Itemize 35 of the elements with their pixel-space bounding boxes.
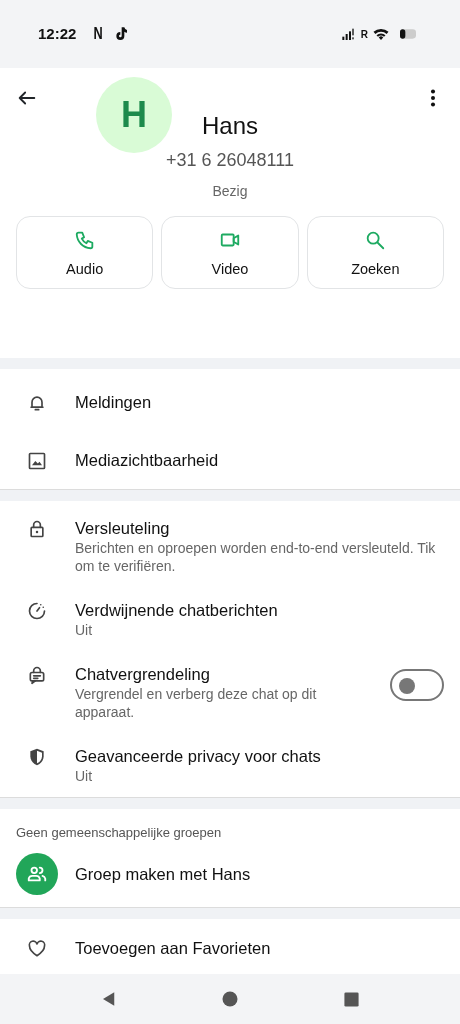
bell-icon bbox=[27, 393, 47, 413]
contact-status: Bezig bbox=[211, 184, 249, 198]
clock-time: 12:22 bbox=[38, 23, 77, 44]
row-title: Toevoegen aan Favorieten bbox=[75, 937, 272, 959]
phone-number: +31 6 26048111 bbox=[165, 151, 295, 169]
row-title: Chatvergrendeling bbox=[75, 664, 211, 685]
toggle-switch[interactable] bbox=[390, 669, 444, 701]
shield-icon bbox=[27, 747, 47, 767]
home-icon[interactable] bbox=[221, 990, 240, 1008]
row-title: Versleuteling bbox=[75, 518, 171, 539]
video-call-button[interactable]: Video bbox=[161, 216, 299, 289]
phone-icon bbox=[73, 229, 96, 251]
roaming-label: R bbox=[360, 27, 368, 42]
timer-icon bbox=[27, 601, 47, 621]
row-title: Geavanceerde privacy voor chats bbox=[75, 746, 322, 767]
lock-icon bbox=[27, 519, 47, 539]
row-title: Groep maken met Hans bbox=[75, 863, 251, 885]
app-logo: N bbox=[93, 23, 104, 46]
search-button[interactable]: Zoeken bbox=[306, 216, 444, 289]
section-heading: Geen gemeenschappelijke groepen bbox=[15, 824, 223, 842]
signal-icon bbox=[340, 26, 357, 42]
audio-call-button[interactable]: Audio bbox=[16, 216, 154, 289]
avatar: H bbox=[96, 77, 172, 153]
row-title: Mediazichtbaarheid bbox=[75, 450, 220, 471]
search-icon bbox=[364, 229, 387, 251]
row-title: Verdwijnende chatberichten bbox=[75, 600, 279, 621]
image-icon bbox=[27, 451, 47, 471]
recents-icon[interactable] bbox=[343, 990, 361, 1008]
row-title: Meldingen bbox=[75, 392, 153, 413]
row-subtitle: Berichten en oproepen worden end-to-end versleuteld. Tik om te verifiëren. bbox=[75, 539, 437, 575]
row-subtitle: Vergrendel en verberg deze chat op dit apparaat. bbox=[75, 685, 318, 721]
heart-icon bbox=[27, 938, 47, 959]
row-subtitle: Uit bbox=[75, 621, 94, 639]
chat-lock-icon bbox=[27, 665, 47, 685]
row-subtitle: Uit bbox=[75, 767, 94, 785]
